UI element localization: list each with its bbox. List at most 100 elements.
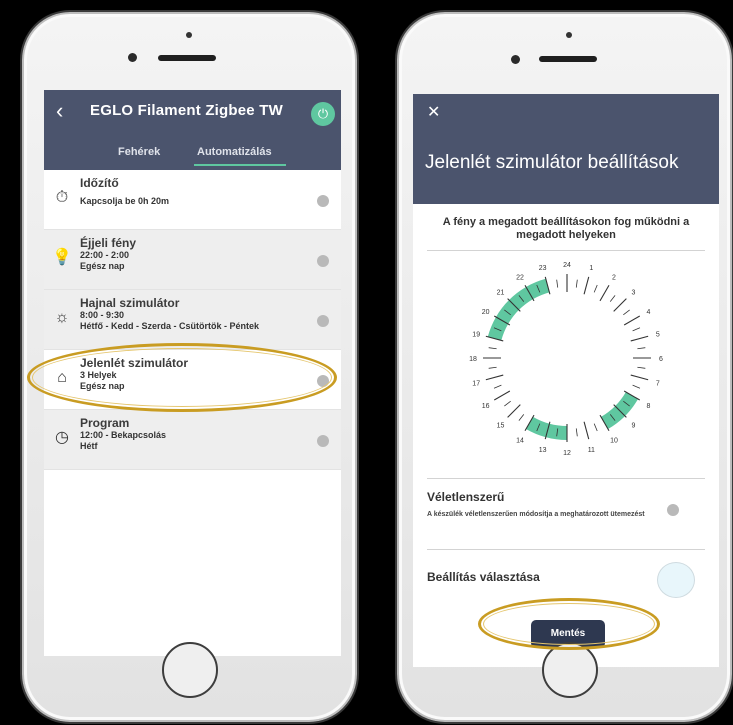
toggle-switch[interactable] <box>317 255 329 267</box>
dial-tick <box>485 374 504 381</box>
front-camera <box>186 32 192 38</box>
list-item-presence[interactable]: ⌂ Jelenlét szimulátor 3 Helyek Egész nap <box>44 350 341 410</box>
hour-label: 23 <box>539 265 547 272</box>
hour-label: 14 <box>516 437 524 444</box>
hour-label: 6 <box>659 356 663 363</box>
dial-tick <box>583 276 590 295</box>
right-phone: ✕ Jelenlét szimulátor beállítások A fény… <box>397 12 732 722</box>
list-item-program[interactable]: ◷ Program 12:00 - Bekapcsolás Hétf <box>44 410 341 470</box>
setting-choice-toggle[interactable] <box>657 562 695 598</box>
toggle-switch[interactable] <box>317 195 329 207</box>
dial-tick <box>518 414 525 421</box>
hour-label: 17 <box>472 380 480 387</box>
speaker-grille <box>158 55 216 61</box>
item-detail: 12:00 - Bekapcsolás <box>80 430 167 440</box>
dial-tick <box>623 315 641 326</box>
dial-tick <box>575 428 578 437</box>
hour-label: 11 <box>588 447 595 454</box>
hour-label: 12 <box>563 450 571 457</box>
toggle-switch[interactable] <box>317 375 329 387</box>
front-camera <box>566 32 572 38</box>
sunrise-icon: ☼ <box>54 309 70 326</box>
dial-tick <box>493 390 511 401</box>
item-detail: Hétf <box>80 441 98 451</box>
right-screen: ✕ Jelenlét szimulátor beállítások A fény… <box>413 94 719 667</box>
device-title: EGLO Filament Zigbee TW <box>90 102 283 119</box>
hour-dial[interactable]: 24 1234567891011121314151617181920212223 <box>467 254 667 462</box>
dial-tick <box>609 295 616 302</box>
speaker-grille <box>539 56 597 62</box>
item-title: Éjjeli fény <box>80 236 137 250</box>
item-title: Hajnal szimulátor <box>80 296 180 310</box>
item-detail: 22:00 - 2:00 <box>80 250 130 260</box>
tab-automation[interactable]: Automatizálás <box>197 146 272 158</box>
hour-label: 10 <box>610 437 618 444</box>
dial-tick <box>507 404 521 418</box>
home-button[interactable] <box>162 642 218 698</box>
left-phone: ‹ EGLO Filament Zigbee TW ⏻ Fehérek Auto… <box>22 12 357 722</box>
hour-label: 13 <box>539 447 547 454</box>
hour-label: 3 <box>632 290 636 297</box>
item-detail: Kapcsolja be 0h 20m <box>80 196 170 206</box>
dial-tick <box>632 327 641 332</box>
hour-label: 24 <box>563 262 571 269</box>
camera-icon <box>128 53 137 62</box>
divider <box>427 549 705 550</box>
divider <box>427 478 705 479</box>
item-title: Jelenlét szimulátor <box>80 356 189 370</box>
hour-label: 20 <box>482 309 490 316</box>
clock-icon: ◷ <box>55 429 69 446</box>
item-title: Időzítő <box>80 176 119 190</box>
app-header: ‹ EGLO Filament Zigbee TW ⏻ Fehérek Auto… <box>44 90 341 170</box>
hour-label: 15 <box>497 422 505 429</box>
random-toggle[interactable] <box>667 504 679 516</box>
item-detail: 8:00 - 9:30 <box>80 310 125 320</box>
dial-tick <box>488 347 497 350</box>
night-light-icon: 💡 <box>52 249 72 266</box>
hour-label: 16 <box>482 403 490 410</box>
timer-icon: ⏱ <box>55 189 69 206</box>
hour-label: 1 <box>589 265 593 272</box>
back-arrow-icon[interactable]: ‹ <box>56 98 63 124</box>
home-icon: ⌂ <box>57 369 67 386</box>
hour-label: 18 <box>469 356 477 363</box>
dial-tick <box>623 309 630 316</box>
hour-label: 5 <box>656 332 660 339</box>
dial-tick <box>632 384 641 389</box>
list-item-timer[interactable]: ⏱ Időzítő Kapcsolja be 0h 20m <box>44 170 341 230</box>
dial-tick <box>593 284 598 293</box>
toggle-switch[interactable] <box>317 435 329 447</box>
item-detail: 3 Helyek <box>80 370 117 380</box>
hour-label: 21 <box>497 290 505 297</box>
list-item-sunrise[interactable]: ☼ Hajnal szimulátor 8:00 - 9:30 Hétfő - … <box>44 290 341 350</box>
page-title: Jelenlét szimulátor beállítások <box>425 152 679 173</box>
hour-label: 7 <box>656 380 660 387</box>
hour-label: 19 <box>472 332 480 339</box>
home-button[interactable] <box>542 642 598 698</box>
settings-header: ✕ Jelenlét szimulátor beállítások <box>413 94 719 204</box>
camera-icon <box>511 55 520 64</box>
random-title: Véletlenszerű <box>427 490 505 504</box>
dial-tick <box>637 347 646 350</box>
dial-tick <box>637 366 646 369</box>
toggle-switch[interactable] <box>317 315 329 327</box>
dial-tick <box>630 374 649 381</box>
tab-whites[interactable]: Fehérek <box>118 146 160 158</box>
item-detail: Egész nap <box>80 381 125 391</box>
dial-tick <box>630 335 649 342</box>
list-item-night-light[interactable]: 💡 Éjjeli fény 22:00 - 2:00 Egész nap <box>44 230 341 290</box>
hour-label: 22 <box>516 275 524 282</box>
description: A fény a megadott beállításokon fog műkö… <box>442 216 690 241</box>
dial-tick <box>583 421 590 440</box>
dial-tick <box>488 366 497 369</box>
hour-label: 9 <box>632 422 636 429</box>
item-title: Program <box>80 416 130 430</box>
dial-tick <box>493 384 502 389</box>
left-screen: ‹ EGLO Filament Zigbee TW ⏻ Fehérek Auto… <box>44 90 341 656</box>
hour-label: 4 <box>646 309 650 316</box>
dial-tick <box>575 279 578 288</box>
close-icon[interactable]: ✕ <box>427 102 440 122</box>
dial-tick <box>556 279 559 288</box>
hour-label: 2 <box>612 275 616 282</box>
power-icon[interactable]: ⏻ <box>311 102 335 126</box>
